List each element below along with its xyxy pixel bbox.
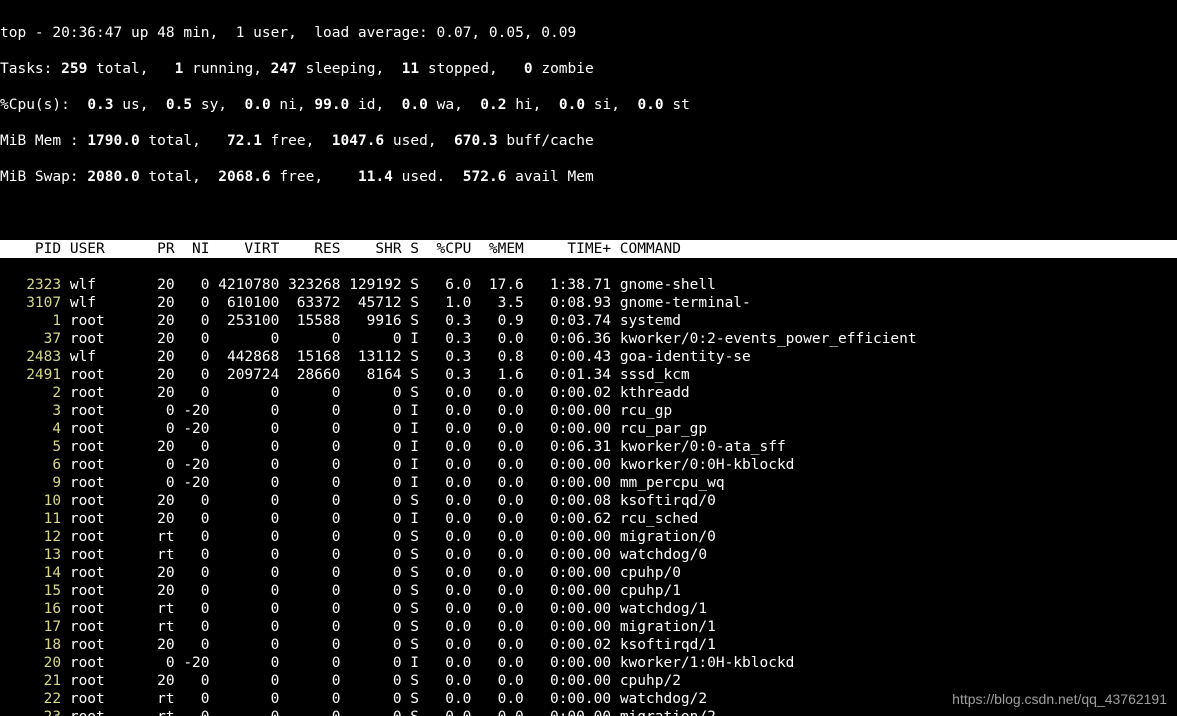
summary-swap: MiB Swap: 2080.0 total, 2068.6 free, 11.… (0, 168, 1177, 186)
process-row[interactable]: 37 root 20 0 0 0 0 I 0.3 0.0 0:06.36 kwo… (0, 330, 1177, 348)
pid-cell: 2483 (0, 349, 61, 365)
summary-mem: MiB Mem : 1790.0 total, 72.1 free, 1047.… (0, 132, 1177, 150)
process-cells: root 20 0 0 0 0 S 0.0 0.0 0:00.08 ksofti… (61, 493, 716, 509)
process-cells: root 0 -20 0 0 0 I 0.0 0.0 0:00.00 rcu_g… (61, 403, 672, 419)
pid-cell: 21 (0, 673, 61, 689)
process-cells: wlf 20 0 610100 63372 45712 S 1.0 3.5 0:… (61, 295, 751, 311)
process-cells: root 0 -20 0 0 0 I 0.0 0.0 0:00.00 rcu_p… (61, 421, 707, 437)
pid-cell: 11 (0, 511, 61, 527)
blank-line (0, 204, 1177, 222)
pid-cell: 12 (0, 529, 61, 545)
summary-line-1: top - 20:36:47 up 48 min, 1 user, load a… (0, 24, 1177, 42)
watermark: https://blog.csdn.net/qq_43762191 (952, 690, 1167, 708)
process-row[interactable]: 17 root rt 0 0 0 0 S 0.0 0.0 0:00.00 mig… (0, 618, 1177, 636)
terminal-output[interactable]: top - 20:36:47 up 48 min, 1 user, load a… (0, 0, 1177, 716)
process-row[interactable]: 4 root 0 -20 0 0 0 I 0.0 0.0 0:00.00 rcu… (0, 420, 1177, 438)
process-cells: root 20 0 0 0 0 I 0.0 0.0 0:00.62 rcu_sc… (61, 511, 698, 527)
pid-cell: 4 (0, 421, 61, 437)
process-cells: wlf 20 0 442868 15168 13112 S 0.3 0.8 0:… (61, 349, 751, 365)
pid-cell: 3 (0, 403, 61, 419)
summary-cpu: %Cpu(s): 0.3 us, 0.5 sy, 0.0 ni, 99.0 id… (0, 96, 1177, 114)
pid-cell: 3107 (0, 295, 61, 311)
process-cells: root 0 -20 0 0 0 I 0.0 0.0 0:00.00 kwork… (61, 457, 794, 473)
process-cells: root 20 0 0 0 0 I 0.3 0.0 0:06.36 kworke… (61, 331, 917, 347)
process-row[interactable]: 11 root 20 0 0 0 0 I 0.0 0.0 0:00.62 rcu… (0, 510, 1177, 528)
process-cells: root 0 -20 0 0 0 I 0.0 0.0 0:00.00 kwork… (61, 655, 794, 671)
process-row[interactable]: 2 root 20 0 0 0 0 S 0.0 0.0 0:00.02 kthr… (0, 384, 1177, 402)
process-row[interactable]: 15 root 20 0 0 0 0 S 0.0 0.0 0:00.00 cpu… (0, 582, 1177, 600)
pid-cell: 5 (0, 439, 61, 455)
process-cells: root 20 0 253100 15588 9916 S 0.3 0.9 0:… (61, 313, 681, 329)
process-row[interactable]: 2483 wlf 20 0 442868 15168 13112 S 0.3 0… (0, 348, 1177, 366)
pid-cell: 2491 (0, 367, 61, 383)
process-cells: root 20 0 0 0 0 S 0.0 0.0 0:00.00 cpuhp/… (61, 583, 681, 599)
process-cells: root rt 0 0 0 0 S 0.0 0.0 0:00.00 migrat… (61, 709, 716, 716)
pid-cell: 15 (0, 583, 61, 599)
pid-cell: 14 (0, 565, 61, 581)
pid-cell: 20 (0, 655, 61, 671)
process-cells: root 20 0 209724 28660 8164 S 0.3 1.6 0:… (61, 367, 690, 383)
process-cells: root 20 0 0 0 0 I 0.0 0.0 0:06.31 kworke… (61, 439, 786, 455)
pid-cell: 22 (0, 691, 61, 707)
process-row[interactable]: 2323 wlf 20 0 4210780 323268 129192 S 6.… (0, 276, 1177, 294)
process-row[interactable]: 14 root 20 0 0 0 0 S 0.0 0.0 0:00.00 cpu… (0, 564, 1177, 582)
process-row[interactable]: 13 root rt 0 0 0 0 S 0.0 0.0 0:00.00 wat… (0, 546, 1177, 564)
process-row[interactable]: 5 root 20 0 0 0 0 I 0.0 0.0 0:06.31 kwor… (0, 438, 1177, 456)
pid-cell: 37 (0, 331, 61, 347)
process-cells: root 20 0 0 0 0 S 0.0 0.0 0:00.02 kthrea… (61, 385, 690, 401)
process-cells: root rt 0 0 0 0 S 0.0 0.0 0:00.00 migrat… (61, 529, 716, 545)
process-row[interactable]: 10 root 20 0 0 0 0 S 0.0 0.0 0:00.08 kso… (0, 492, 1177, 510)
summary-tasks: Tasks: 259 total, 1 running, 247 sleepin… (0, 60, 1177, 78)
process-row[interactable]: 20 root 0 -20 0 0 0 I 0.0 0.0 0:00.00 kw… (0, 654, 1177, 672)
pid-cell: 17 (0, 619, 61, 635)
process-cells: root rt 0 0 0 0 S 0.0 0.0 0:00.00 watchd… (61, 691, 707, 707)
pid-cell: 6 (0, 457, 61, 473)
pid-cell: 2 (0, 385, 61, 401)
pid-cell: 1 (0, 313, 61, 329)
pid-cell: 23 (0, 709, 61, 716)
process-row[interactable]: 3 root 0 -20 0 0 0 I 0.0 0.0 0:00.00 rcu… (0, 402, 1177, 420)
pid-cell: 13 (0, 547, 61, 563)
process-list[interactable]: 2323 wlf 20 0 4210780 323268 129192 S 6.… (0, 276, 1177, 716)
pid-cell: 18 (0, 637, 61, 653)
process-cells: root 0 -20 0 0 0 I 0.0 0.0 0:00.00 mm_pe… (61, 475, 724, 491)
column-headers[interactable]: PID USER PR NI VIRT RES SHR S %CPU %MEM … (0, 240, 1177, 258)
process-row[interactable]: 9 root 0 -20 0 0 0 I 0.0 0.0 0:00.00 mm_… (0, 474, 1177, 492)
process-row[interactable]: 16 root rt 0 0 0 0 S 0.0 0.0 0:00.00 wat… (0, 600, 1177, 618)
process-cells: root rt 0 0 0 0 S 0.0 0.0 0:00.00 watchd… (61, 601, 707, 617)
process-row[interactable]: 12 root rt 0 0 0 0 S 0.0 0.0 0:00.00 mig… (0, 528, 1177, 546)
process-row[interactable]: 23 root rt 0 0 0 0 S 0.0 0.0 0:00.00 mig… (0, 708, 1177, 716)
process-cells: root rt 0 0 0 0 S 0.0 0.0 0:00.00 watchd… (61, 547, 707, 563)
process-row[interactable]: 21 root 20 0 0 0 0 S 0.0 0.0 0:00.00 cpu… (0, 672, 1177, 690)
process-row[interactable]: 18 root 20 0 0 0 0 S 0.0 0.0 0:00.02 kso… (0, 636, 1177, 654)
pid-cell: 2323 (0, 277, 61, 293)
pid-cell: 10 (0, 493, 61, 509)
process-cells: root 20 0 0 0 0 S 0.0 0.0 0:00.00 cpuhp/… (61, 673, 681, 689)
process-cells: root 20 0 0 0 0 S 0.0 0.0 0:00.00 cpuhp/… (61, 565, 681, 581)
process-cells: root rt 0 0 0 0 S 0.0 0.0 0:00.00 migrat… (61, 619, 716, 635)
pid-cell: 9 (0, 475, 61, 491)
process-row[interactable]: 6 root 0 -20 0 0 0 I 0.0 0.0 0:00.00 kwo… (0, 456, 1177, 474)
process-row[interactable]: 1 root 20 0 253100 15588 9916 S 0.3 0.9 … (0, 312, 1177, 330)
process-cells: root 20 0 0 0 0 S 0.0 0.0 0:00.02 ksofti… (61, 637, 716, 653)
pid-cell: 16 (0, 601, 61, 617)
process-row[interactable]: 2491 root 20 0 209724 28660 8164 S 0.3 1… (0, 366, 1177, 384)
process-row[interactable]: 3107 wlf 20 0 610100 63372 45712 S 1.0 3… (0, 294, 1177, 312)
process-cells: wlf 20 0 4210780 323268 129192 S 6.0 17.… (61, 277, 716, 293)
